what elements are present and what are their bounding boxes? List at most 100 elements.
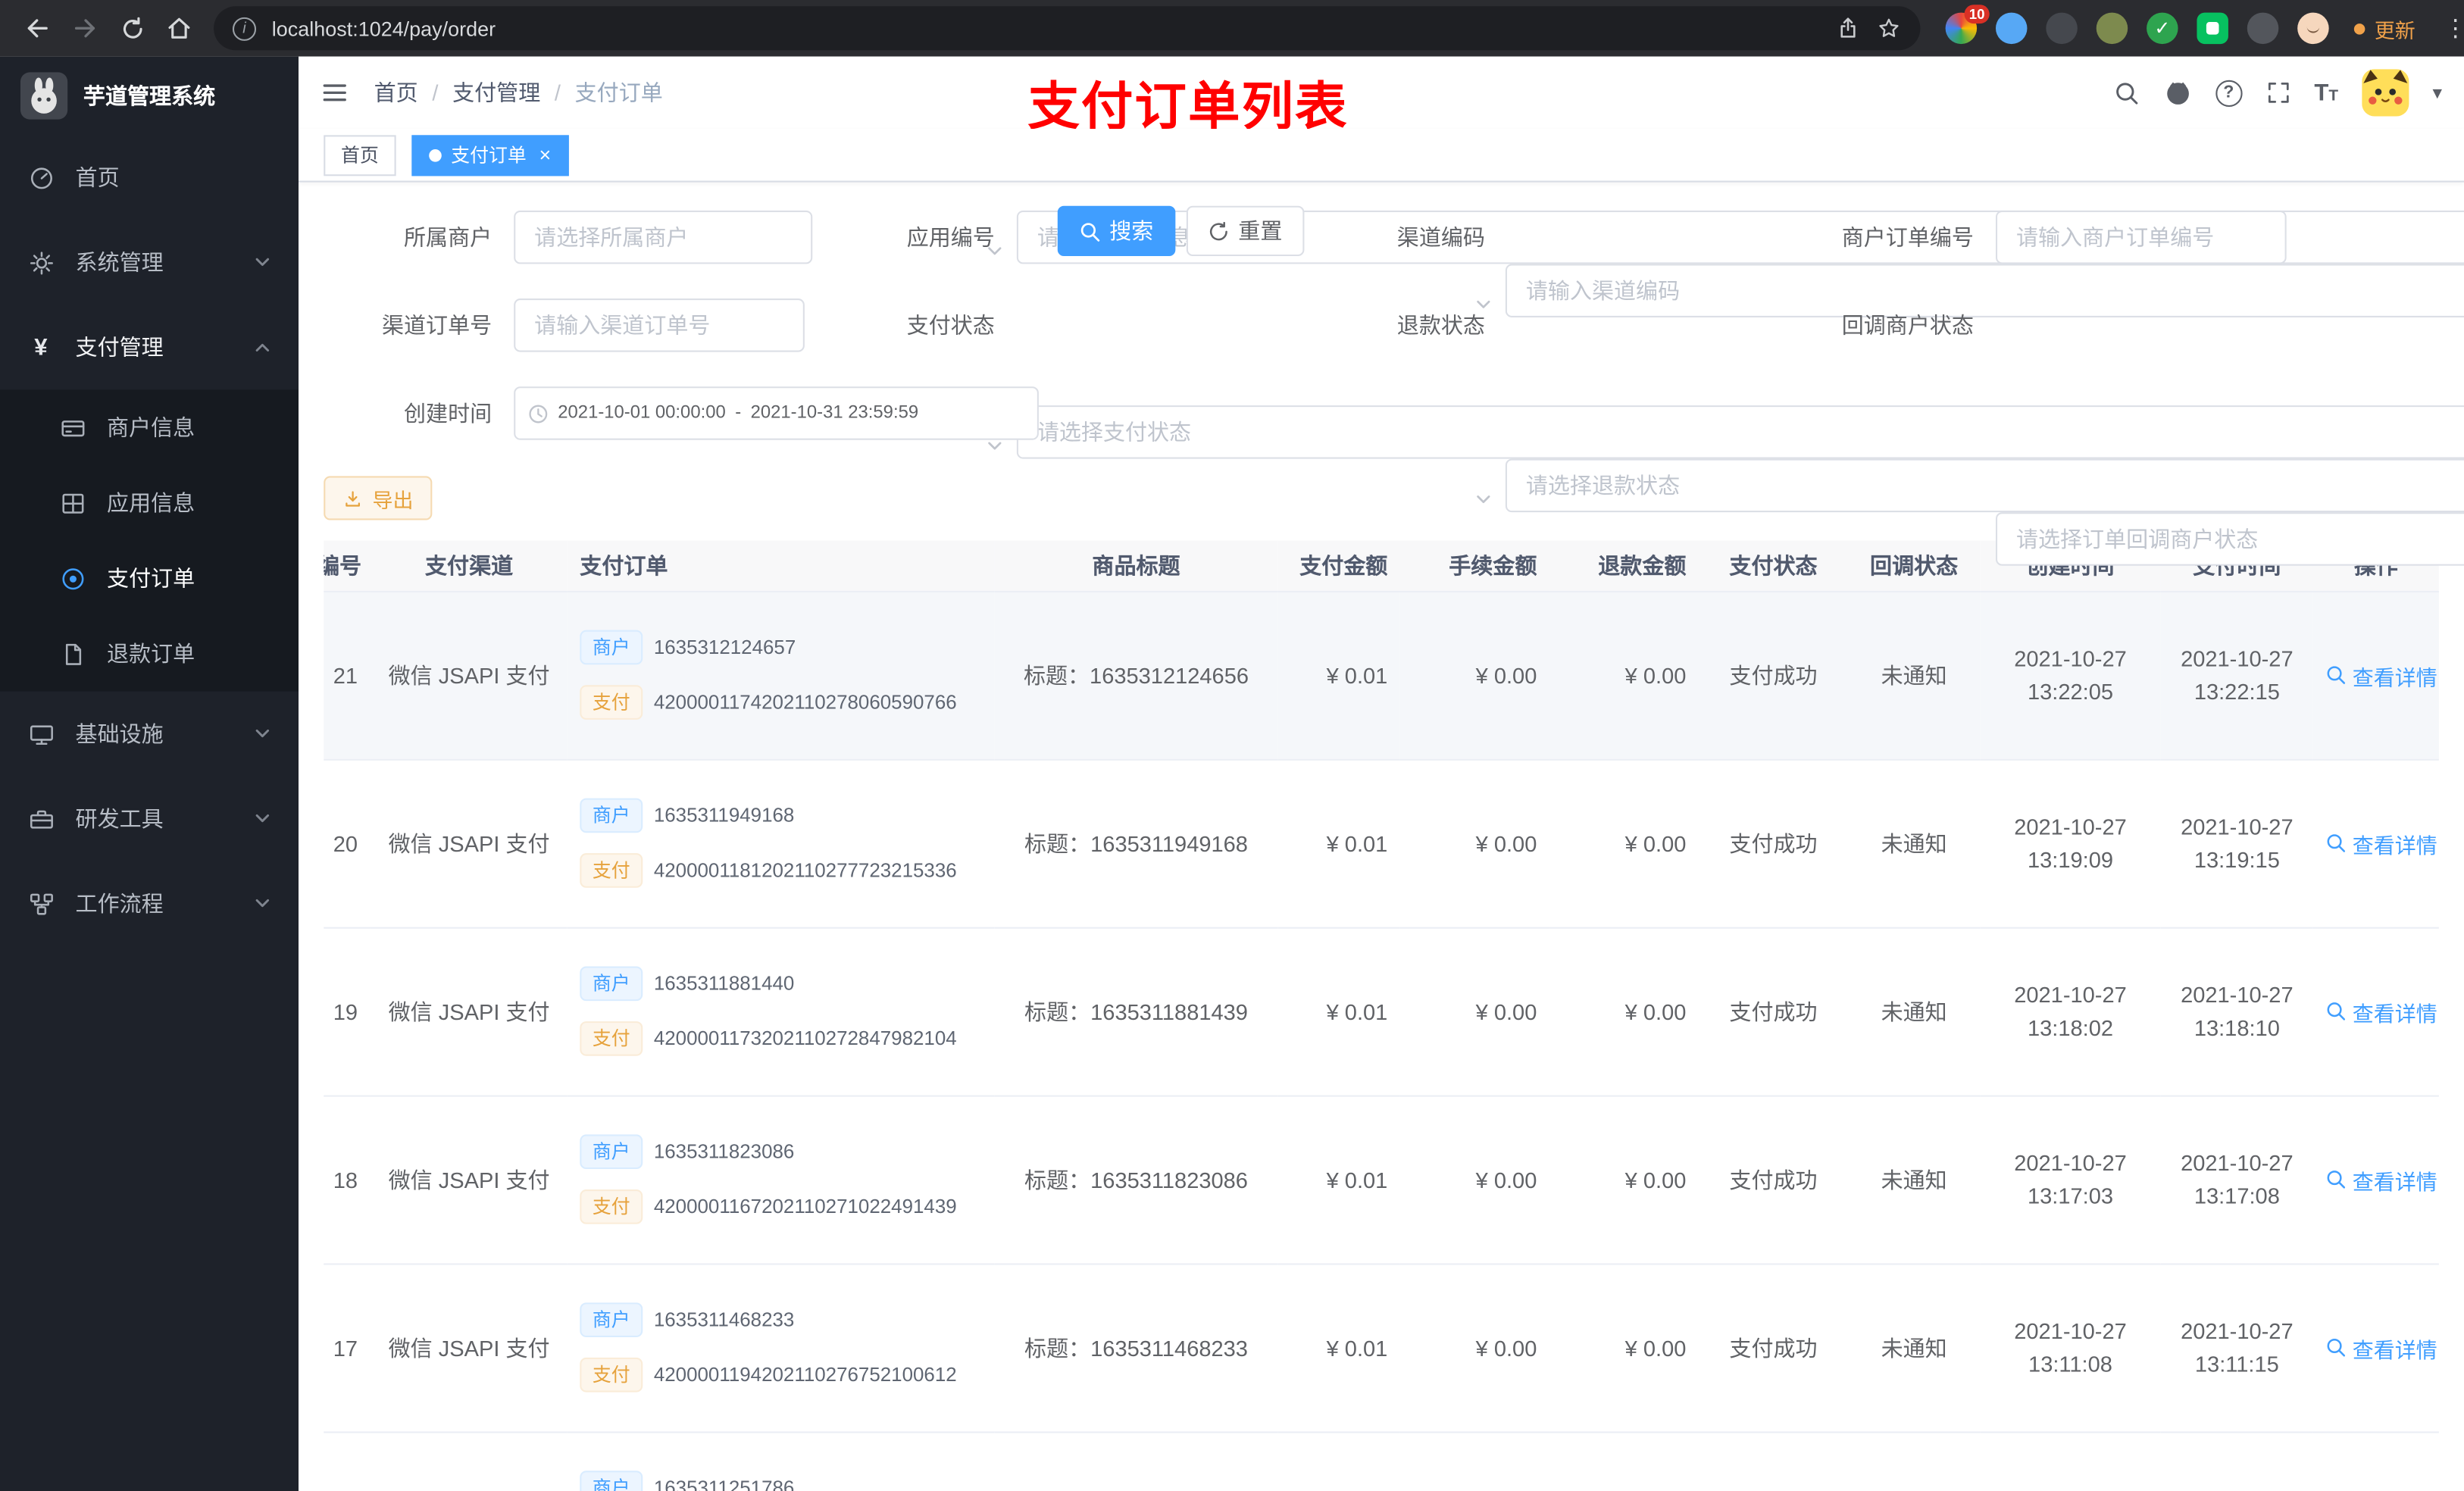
- extension-colorful-icon[interactable]: 10: [1945, 5, 1990, 45]
- view-detail-link[interactable]: 查看详情: [2326, 1164, 2437, 1195]
- notify-status: 未通知: [1881, 662, 1947, 688]
- create-time-range-picker[interactable]: 2021-10-01 00:00:00 - 2021-10-31 23:59:5…: [514, 386, 1039, 440]
- channel-code-select[interactable]: [1505, 264, 2464, 317]
- tab-close-icon[interactable]: ×: [539, 143, 551, 167]
- sidebar-item-payment[interactable]: ¥ 支付管理: [0, 305, 299, 389]
- sidebar-item-label: 工作流程: [75, 890, 164, 917]
- chevron-down-icon: [253, 894, 272, 913]
- filter-channel-order-label: 渠道订单号: [381, 312, 492, 338]
- filter-create-time-label: 创建时间: [404, 400, 492, 427]
- browser-profile-avatar[interactable]: [2297, 12, 2329, 45]
- magnifier-icon: [2327, 1338, 2346, 1357]
- notify-status-select[interactable]: [1995, 512, 2464, 566]
- owner-input[interactable]: [514, 210, 813, 264]
- merchant-order-no: 1635311823086: [653, 1140, 795, 1163]
- pay-status: 支付成功: [1729, 1334, 1818, 1361]
- reload-button[interactable]: [110, 6, 154, 50]
- pay-tag: 支付: [580, 1357, 643, 1393]
- column-header-refund: 退款金额: [1549, 540, 1699, 592]
- chevron-down-icon: [253, 809, 272, 828]
- fee-amount: ¥ 0.00: [1475, 1166, 1537, 1192]
- search-icon[interactable]: [2113, 80, 2140, 106]
- created-date: 2021-10-27: [2014, 1318, 2127, 1343]
- fullscreen-icon[interactable]: [2265, 80, 2290, 105]
- view-detail-link[interactable]: 查看详情: [2326, 827, 2437, 858]
- collapse-sidebar-button[interactable]: [321, 79, 349, 107]
- view-detail-link[interactable]: 查看详情: [2326, 659, 2437, 690]
- notify-status: 未通知: [1881, 830, 1947, 856]
- sidebar-item-infrastructure[interactable]: 基础设施: [0, 692, 299, 777]
- search-button[interactable]: 搜索: [1057, 205, 1176, 257]
- sidebar-subitem-app-info[interactable]: 应用信息: [0, 465, 299, 541]
- bookmark-star-icon[interactable]: [1876, 16, 1901, 41]
- created-time: 13:22:05: [2027, 677, 2114, 704]
- extension-olive-icon[interactable]: [2096, 12, 2128, 45]
- filter-notify-status-field: [1995, 512, 2464, 566]
- sidebar-subitem-label: 支付订单: [107, 565, 195, 591]
- search-button-label: 搜索: [1109, 218, 1154, 244]
- extension-green-square-icon[interactable]: [2197, 12, 2228, 45]
- sidebar-item-devtools[interactable]: 研发工具: [0, 777, 299, 861]
- github-icon[interactable]: [2163, 79, 2191, 107]
- breadcrumb-item-payment[interactable]: 支付管理: [452, 77, 540, 108]
- created-time: 13:19:09: [2027, 846, 2114, 872]
- browser-menu-icon[interactable]: ⋮: [2444, 14, 2464, 42]
- date-end: 2021-10-31 23:59:59: [750, 404, 919, 423]
- merchant-order-no: 1635311949168: [653, 804, 795, 827]
- page-content: 所属商户 应用编号 渠道编码 商户订单编号 渠道订单: [299, 183, 2464, 1491]
- refund-status-select[interactable]: [1505, 458, 2464, 513]
- sidebar-item-workflow[interactable]: 工作流程: [0, 861, 299, 946]
- address-bar[interactable]: i localhost:1024/pay/order: [214, 6, 1921, 51]
- sidebar-subitem-refund-order[interactable]: 退款订单: [0, 616, 299, 692]
- browser-update-button[interactable]: 更新: [2353, 14, 2416, 43]
- export-button[interactable]: 导出: [324, 476, 433, 520]
- search-icon: [1080, 222, 1100, 241]
- share-icon[interactable]: [1835, 16, 1860, 41]
- refund-amount: ¥ 0.00: [1624, 1334, 1687, 1361]
- channel-order-input[interactable]: [514, 299, 805, 352]
- view-detail-link[interactable]: 查看详情: [2326, 996, 2437, 1027]
- logo-image: [20, 72, 68, 120]
- pay-status-select[interactable]: [1016, 405, 2464, 459]
- created-time: 13:18:02: [2027, 1014, 2114, 1039]
- sidebar-subitem-pay-order[interactable]: 支付订单: [0, 540, 299, 616]
- help-icon[interactable]: ?: [2215, 79, 2242, 106]
- extension-check-icon[interactable]: ✓: [2147, 12, 2178, 45]
- merchant-order-input[interactable]: [1995, 210, 2287, 264]
- tab-home[interactable]: 首页: [324, 134, 396, 176]
- reset-button[interactable]: 重置: [1186, 205, 1305, 257]
- sidebar-subitem-label: 商户信息: [107, 414, 195, 440]
- home-button[interactable]: [157, 6, 201, 50]
- pay-status: 支付成功: [1729, 1166, 1818, 1192]
- caret-down-icon[interactable]: ▾: [2432, 82, 2442, 104]
- extension-blue-icon[interactable]: [1995, 12, 2028, 45]
- sidebar-subitem-merchant-info[interactable]: 商户信息: [0, 389, 299, 465]
- magnifier-icon: [2327, 1171, 2346, 1189]
- filter-pay-status-field: [988, 405, 2464, 459]
- extensions-pin-icon[interactable]: [2247, 12, 2279, 45]
- extension-dark-icon[interactable]: [2046, 12, 2078, 45]
- sidebar-item-system[interactable]: 系统管理: [0, 220, 299, 305]
- merchant-order-no: 1635312124657: [653, 636, 796, 659]
- view-detail-link[interactable]: 查看详情: [2326, 1332, 2437, 1363]
- filter-pay-status-label: 支付状态: [906, 312, 995, 338]
- breadcrumb-item-home[interactable]: 首页: [374, 77, 418, 108]
- table-row: 19 微信 JSAPI 支付 商户 1635311881440 支付 4200001…: [324, 927, 2439, 1096]
- created-time: 13:11:08: [2028, 1350, 2112, 1376]
- user-avatar[interactable]: [2362, 69, 2409, 117]
- extension-badge: 10: [1964, 5, 1990, 24]
- pay-amount: ¥ 0.01: [1326, 1334, 1388, 1361]
- notify-status: 未通知: [1881, 1334, 1947, 1361]
- forward-button[interactable]: [63, 6, 107, 50]
- paid-date: 2021-10-27: [2181, 1318, 2294, 1343]
- back-button[interactable]: [16, 6, 60, 50]
- sidebar-item-home[interactable]: 首页: [0, 135, 299, 220]
- site-info-icon[interactable]: i: [232, 16, 257, 40]
- font-size-icon[interactable]: TT: [2314, 81, 2338, 105]
- pay-tag: 支付: [580, 1189, 643, 1224]
- payment-order-table: 编号 支付渠道 支付订单 商品标题 支付金额 手续金额 退款金额 支付状态 回调…: [324, 540, 2439, 1491]
- pay-tag: 支付: [580, 853, 643, 888]
- column-header-amount: 支付金额: [1277, 540, 1400, 592]
- tab-pay-order[interactable]: 支付订单 ×: [411, 134, 569, 176]
- reset-button-label: 重置: [1238, 218, 1283, 244]
